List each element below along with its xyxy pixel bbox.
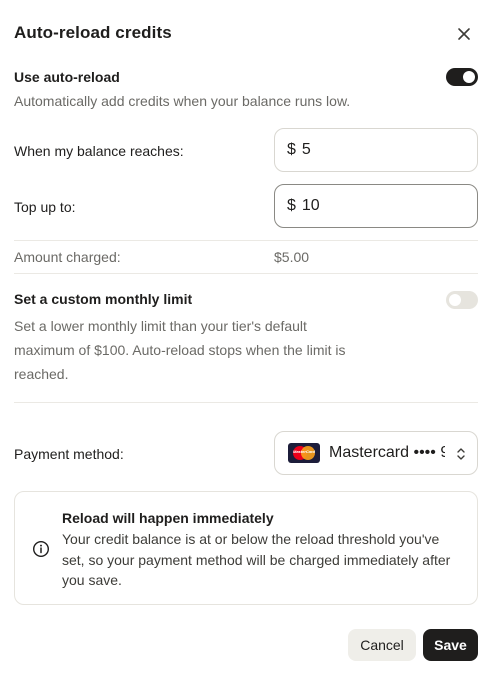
top-up-label: Top up to: xyxy=(14,199,76,215)
currency-symbol: $ xyxy=(287,141,296,158)
close-icon[interactable] xyxy=(454,24,474,44)
cancel-button[interactable]: Cancel xyxy=(348,629,416,661)
threshold-input[interactable]: $ 5 xyxy=(274,128,478,172)
info-icon xyxy=(32,540,50,558)
top-up-value: 10 xyxy=(301,197,320,214)
auto-reload-label: Use auto-reload xyxy=(14,69,120,85)
divider xyxy=(14,240,478,241)
payment-method-value: Mastercard •••• 9 xyxy=(329,444,445,461)
divider xyxy=(14,402,478,403)
mastercard-icon: MasterCard xyxy=(288,443,320,463)
payment-method-select[interactable]: MasterCard Mastercard •••• 9 xyxy=(274,431,478,475)
threshold-value: 5 xyxy=(301,141,311,158)
amount-charged-value: $5.00 xyxy=(274,249,310,265)
monthly-limit-description-line-1: Set a lower monthly limit than your tier… xyxy=(14,318,307,334)
notice-title: Reload will happen immediately xyxy=(62,510,274,526)
threshold-label: When my balance reaches: xyxy=(14,143,184,159)
chevron-up-down-icon xyxy=(455,445,467,463)
save-button[interactable]: Save xyxy=(423,629,478,661)
monthly-limit-toggle[interactable] xyxy=(446,291,478,309)
monthly-limit-description-line-2: maximum of $100. Auto-reload stops when … xyxy=(14,342,346,358)
payment-method-label: Payment method: xyxy=(14,446,124,462)
auto-reload-toggle[interactable] xyxy=(446,68,478,86)
monthly-limit-label: Set a custom monthly limit xyxy=(14,291,193,307)
amount-charged-label: Amount charged: xyxy=(14,249,121,265)
currency-symbol: $ xyxy=(287,197,296,214)
reload-notice: Reload will happen immediately Your cred… xyxy=(14,491,478,605)
toggle-knob xyxy=(463,71,475,83)
notice-body: Your credit balance is at or below the r… xyxy=(62,531,451,588)
top-up-input[interactable]: $ 10 xyxy=(274,184,478,228)
toggle-knob xyxy=(449,294,461,306)
monthly-limit-description-line-3: reached. xyxy=(14,366,69,382)
auto-reload-description: Automatically add credits when your bala… xyxy=(14,93,351,109)
divider xyxy=(14,273,478,274)
dialog-title: Auto-reload credits xyxy=(14,23,172,42)
